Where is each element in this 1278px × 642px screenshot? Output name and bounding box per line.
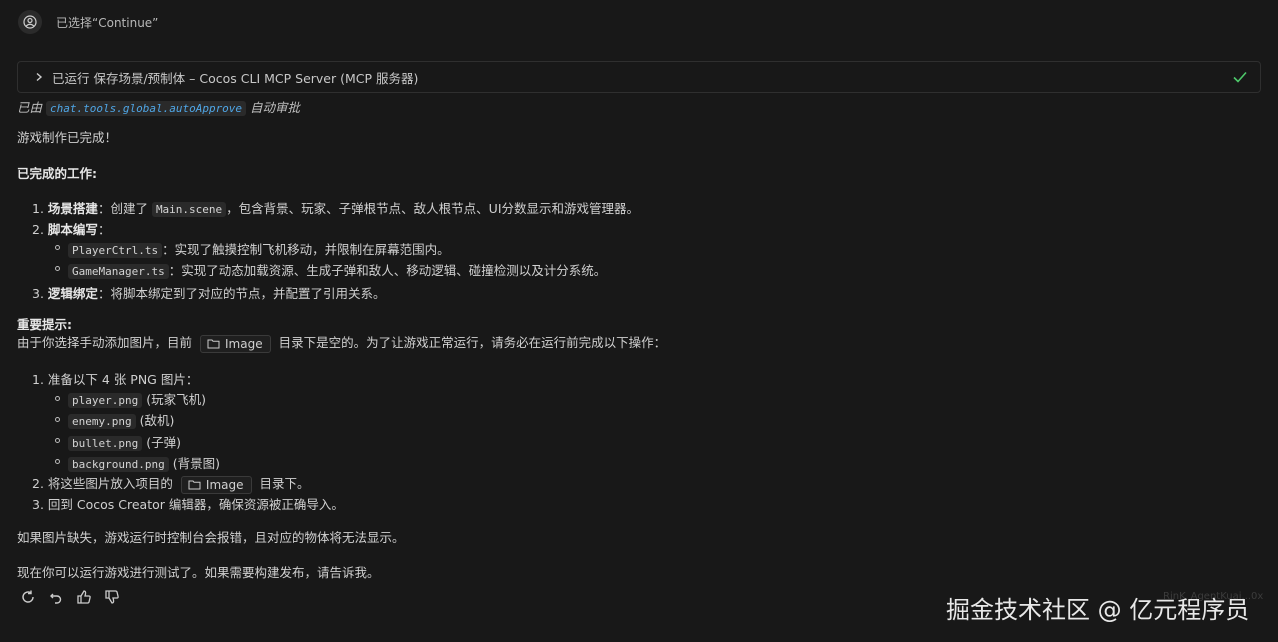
selected-participant-label: 已选择“Continue” (56, 15, 159, 30)
user-circle-icon (23, 15, 37, 29)
item-text: ：将脚本绑定到了对应的节点，并配置了引用关系。 (97, 286, 386, 301)
list-item-binding: 3. 逻辑绑定：将脚本绑定到了对应的节点，并配置了引用关系。 (32, 283, 385, 302)
file-desc: (子弹) (146, 435, 181, 450)
sub-item-playerctrl: PlayerCtrl.ts ：实现了触摸控制飞机移动，并限制在屏幕范围内。 (68, 239, 450, 258)
intro-text: 游戏制作已完成！ (17, 130, 118, 145)
sub-item-gamemanager: GameManager.ts ：实现了动态加载资源、生成子弹和敌人、移动逻辑、碰撞… (68, 260, 606, 279)
check-icon (1232, 69, 1248, 88)
folder-icon (188, 480, 201, 490)
selection-row: 已选择“Continue” (18, 10, 158, 34)
chat-panel: 已选择“Continue” 已运行 保存场景/预制体 – Cocos CLI M… (0, 0, 1278, 642)
bullet-icon (55, 396, 60, 401)
thumbs-down-icon[interactable] (104, 589, 120, 608)
item-text: ，包含背景、玩家、子弹根节点、敌人根节点、UI分数显示和游戏管理器。 (226, 201, 640, 216)
folder-reference-image[interactable]: Image (180, 475, 252, 494)
closing-text: 现在你可以运行游戏进行测试了。如果需要构建发布，请告诉我。 (17, 565, 380, 580)
inline-code: GameManager.ts (68, 264, 169, 279)
inline-code: enemy.png (68, 414, 136, 429)
auto-approve-setting-link[interactable]: chat.tools.global.autoApprove (46, 101, 247, 116)
item-text: 目录下。 (259, 476, 310, 491)
folder-name: Image (225, 336, 263, 351)
step-return-editor: 3. 回到 Cocos Creator 编辑器，确保资源被正确导入。 (32, 494, 344, 513)
list-number: 3. (32, 286, 44, 301)
chevron-right-icon[interactable] (34, 72, 44, 82)
bullet-icon (55, 417, 60, 422)
inline-code: PlayerCtrl.ts (68, 243, 163, 258)
list-number: 1. (32, 201, 44, 216)
item-title: 脚本编写 (47, 222, 98, 237)
folder-reference-image[interactable]: Image (200, 334, 271, 353)
item-title: 逻辑绑定 (47, 286, 98, 301)
retry-icon[interactable] (20, 589, 36, 608)
file-item: enemy.png (敌机) (68, 410, 174, 429)
item-text: ：实现了动态加载资源、生成子弹和敌人、移动逻辑、碰撞检测以及计分系统。 (168, 263, 607, 278)
bullet-icon (55, 245, 60, 250)
watermark: 掘金技术社区 @ 亿元程序员 (946, 596, 1250, 624)
file-item: player.png (玩家飞机) (68, 389, 206, 408)
thumbs-up-icon[interactable] (76, 589, 92, 608)
list-number: 2. (32, 222, 44, 237)
auto-approve-note: 已由 chat.tools.global.autoApprove 自动审批 (17, 97, 300, 116)
item-text: ：创建了 (97, 201, 148, 216)
item-title: 场景搭建 (47, 201, 98, 216)
step-move-files: 2. 将这些图片放入项目的 Image 目录下。 (32, 473, 310, 494)
bullet-icon (55, 438, 60, 443)
item-text: ：实现了触摸控制飞机移动，并限制在屏幕范围内。 (162, 242, 450, 257)
tip-text: 由于你选择手动添加图片，目前 Image 目录下是空的。为了让游戏正常运行，请务… (17, 332, 666, 353)
list-number: 3. (32, 497, 44, 512)
tool-run-label: 已运行 保存场景/预制体 – Cocos CLI MCP Server (MCP… (52, 70, 419, 86)
avatar[interactable] (18, 10, 42, 34)
file-item: bullet.png (子弹) (68, 432, 181, 451)
inline-code: background.png (68, 457, 169, 472)
file-desc: (背景图) (172, 456, 220, 471)
warning-text: 如果图片缺失，游戏运行时控制台会报错，且对应的物体将无法显示。 (17, 530, 405, 545)
bullet-icon (55, 266, 60, 271)
approve-prefix: 已由 (17, 100, 43, 115)
undo-icon[interactable] (48, 589, 64, 608)
item-text: 回到 Cocos Creator 编辑器，确保资源被正确导入。 (47, 497, 344, 512)
file-desc: (玩家飞机) (146, 392, 206, 407)
item-text: 准备以下 4 张 PNG 图片： (47, 372, 199, 387)
list-item-scripts: 2. 脚本编写： (32, 219, 110, 238)
approve-suffix: 自动审批 (250, 100, 301, 115)
inline-code: player.png (68, 393, 143, 408)
tip-heading: 重要提示: (17, 317, 72, 332)
folder-name: Image (205, 477, 244, 492)
item-text: ： (97, 222, 111, 237)
list-item-scene: 1. 场景搭建：创建了 Main.scene ，包含背景、玩家、子弹根节点、敌人根… (32, 198, 639, 217)
step-prepare: 1. 准备以下 4 张 PNG 图片： (32, 369, 198, 388)
list-number: 2. (32, 476, 44, 491)
list-number: 1. (32, 372, 44, 387)
inline-code: bullet.png (68, 436, 143, 451)
done-heading: 已完成的工作: (17, 166, 97, 181)
file-desc: (敌机) (139, 413, 175, 428)
item-text: 将这些图片放入项目的 (47, 476, 173, 491)
tip-text-b: 目录下是空的。为了让游戏正常运行，请务必在运行前完成以下操作： (278, 335, 667, 350)
folder-icon (207, 339, 220, 349)
bullet-icon (55, 459, 60, 464)
response-actions (20, 589, 120, 608)
file-item: background.png (背景图) (68, 453, 220, 472)
tool-run-collapsible[interactable]: 已运行 保存场景/预制体 – Cocos CLI MCP Server (MCP… (17, 61, 1261, 93)
inline-code: Main.scene (151, 202, 227, 217)
tip-text-a: 由于你选择手动添加图片，目前 (17, 335, 193, 350)
